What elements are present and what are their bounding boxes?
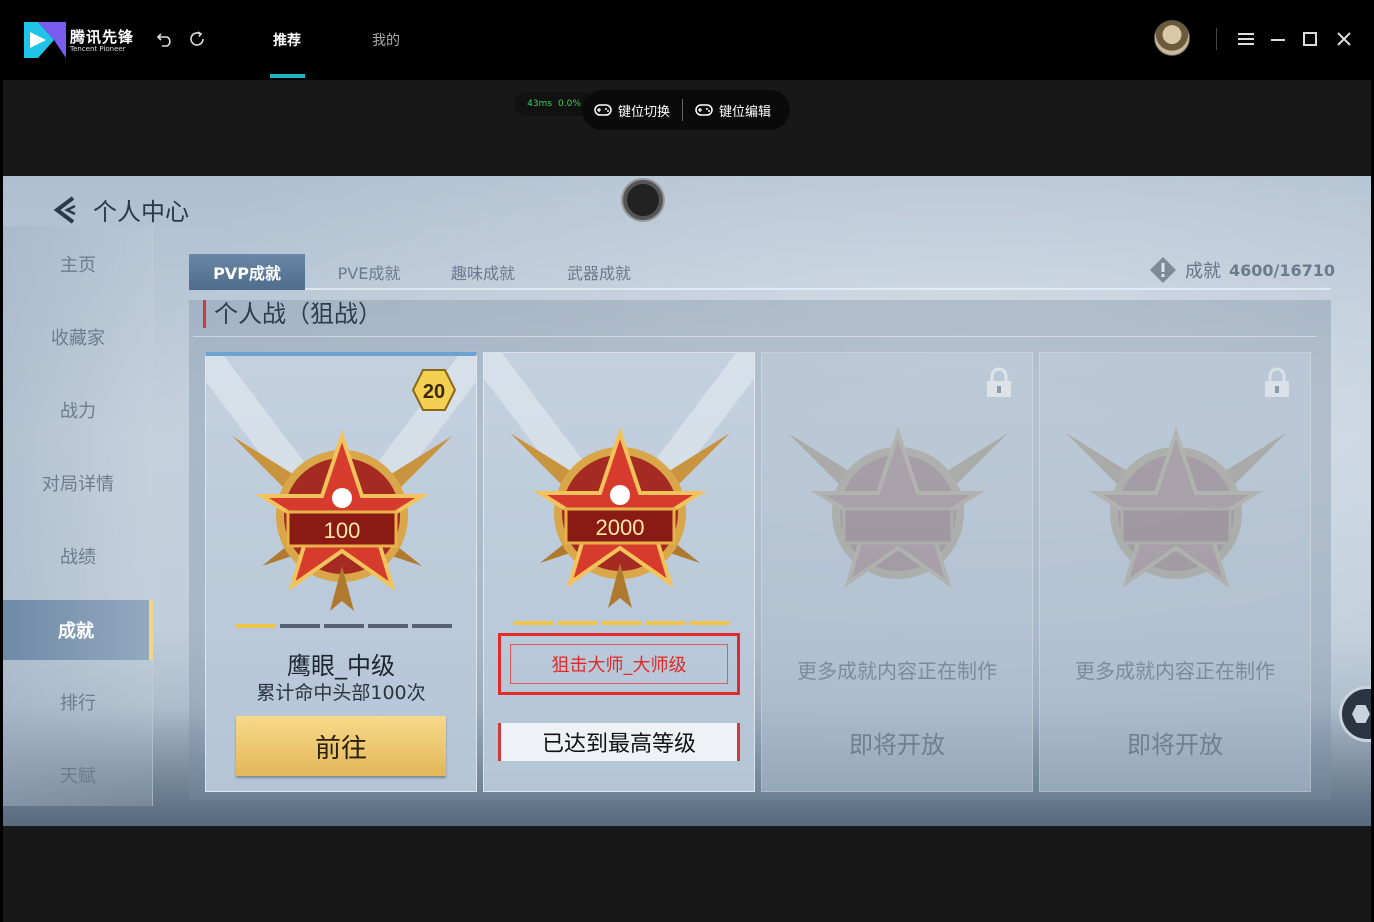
title-bar: 腾讯先锋 Tencent Pioneer 推荐 我的 (0, 0, 1374, 80)
lock-icon (987, 367, 1011, 397)
minimize-icon[interactable] (1268, 29, 1288, 49)
camera-icon[interactable] (623, 180, 663, 220)
refresh-icon[interactable] (186, 28, 208, 50)
key-toolbar: 键位切换 键位编辑 (582, 90, 790, 130)
progress-segment (558, 621, 598, 625)
level-badge: 20 (412, 369, 456, 411)
maximize-icon[interactable] (1300, 29, 1320, 49)
app-window: 腾讯先锋 Tencent Pioneer 推荐 我的 43ms 0.0% 键位切… (0, 0, 1374, 922)
latency-value: 43ms (527, 99, 553, 109)
level-number: 20 (423, 381, 445, 403)
locked-achievement-card: 更多成就内容正在制作 即将开放 (761, 352, 1033, 792)
tab-pvp[interactable]: PVP成就 (189, 254, 305, 290)
tab-pve[interactable]: PVE成就 (319, 254, 419, 290)
progress-segment (646, 621, 686, 625)
key-switch-button[interactable]: 键位切换 (582, 101, 682, 120)
progress-segment (280, 624, 320, 628)
menu-icon[interactable] (1236, 29, 1256, 49)
active-tab-indicator (270, 74, 305, 78)
key-edit-label: 键位编辑 (719, 104, 772, 120)
sidebar-item-achievements[interactable]: 成就 (3, 600, 153, 660)
page-header: 个人中心 (53, 192, 189, 227)
progress-segment (412, 624, 452, 628)
lock-icon (1265, 367, 1289, 397)
sidebar-item-record[interactable]: 战绩 (3, 526, 153, 586)
tab-recommend[interactable]: 推荐 (273, 30, 301, 50)
divider (1216, 28, 1217, 50)
app-logo: 腾讯先锋 Tencent Pioneer (24, 20, 134, 60)
close-icon[interactable] (1334, 29, 1354, 49)
achievement-name-highlight: 狙击大师_大师级 (498, 633, 740, 695)
medal-number: 100 (324, 518, 361, 543)
tab-mine[interactable]: 我的 (372, 30, 400, 50)
achievement-name: 鹰眼_中级 (287, 652, 395, 680)
max-level-status: 已达到最高等级 (498, 723, 740, 761)
achievement-card[interactable]: 20 100 鹰眼_中级 累计命中头部100次 前往 (205, 352, 477, 792)
medal-icon (788, 426, 1008, 588)
achievement-description: 累计命中头部100次 (256, 682, 426, 704)
opening-soon-text: 即将开放 (1127, 731, 1223, 759)
achievement-total: 成就 4600/16710 (1149, 254, 1335, 286)
gamepad-icon (594, 104, 612, 116)
progress-segment (602, 621, 642, 625)
progress-segment (324, 624, 364, 628)
logo-icon (24, 22, 66, 58)
achievement-count: 4600/16710 (1229, 260, 1336, 280)
achievement-card[interactable]: 2000 狙击大师_大师级 已达到最高等级 (483, 352, 755, 792)
progress-bar (236, 624, 452, 629)
progress-bar (514, 621, 730, 626)
coming-soon-text: 更多成就内容正在制作 (1075, 659, 1275, 683)
medal-icon: 100 (232, 429, 452, 611)
achievement-icon (1150, 257, 1176, 283)
medal-icon (1066, 426, 1286, 588)
back-icon[interactable] (154, 28, 176, 50)
coming-soon-text: 更多成就内容正在制作 (797, 659, 997, 683)
sidebar-item-talent[interactable]: 天赋 (3, 745, 153, 805)
key-edit-button[interactable]: 键位编辑 (683, 101, 783, 120)
game-screen: 个人中心 主页 收藏家 战力 对局详情 战绩 成就 排行 天赋 PVP成就 PV… (3, 176, 1371, 826)
progress-segment (368, 624, 408, 628)
progress-segment (690, 621, 730, 625)
page-title: 个人中心 (93, 198, 189, 226)
back-arrow-icon[interactable] (53, 195, 77, 224)
logo-subtext: Tencent Pioneer (70, 45, 126, 53)
locked-achievement-card: 更多成就内容正在制作 即将开放 (1039, 352, 1311, 792)
sidebar-item-home[interactable]: 主页 (3, 234, 153, 294)
avatar[interactable] (1154, 20, 1190, 56)
sidebar-item-collector[interactable]: 收藏家 (3, 307, 153, 367)
tab-fun[interactable]: 趣味成就 (433, 254, 533, 290)
achievement-name: 狙击大师_大师级 (510, 644, 728, 684)
tab-weapon[interactable]: 武器成就 (549, 254, 649, 290)
section-title: 个人战（狙战） (203, 300, 382, 328)
achievement-label: 成就 (1185, 261, 1221, 282)
logo-text: 腾讯先锋 (70, 28, 135, 46)
progress-segment (514, 621, 554, 625)
gamepad-icon (695, 104, 713, 116)
sidebar-item-match-details[interactable]: 对局详情 (3, 453, 153, 513)
opening-soon-text: 即将开放 (849, 731, 945, 759)
progress-segment (236, 624, 276, 628)
section-divider (193, 336, 1317, 337)
sidebar: 主页 收藏家 战力 对局详情 战绩 成就 排行 天赋 (3, 226, 153, 806)
key-switch-label: 键位切换 (618, 104, 671, 120)
sidebar-item-power[interactable]: 战力 (3, 380, 153, 440)
medal-number: 2000 (596, 515, 645, 540)
packet-loss-value: 0.0% (558, 99, 581, 109)
go-button[interactable]: 前往 (236, 716, 446, 776)
medal-icon: 2000 (510, 426, 730, 608)
sidebar-item-ranking[interactable]: 排行 (3, 672, 153, 732)
